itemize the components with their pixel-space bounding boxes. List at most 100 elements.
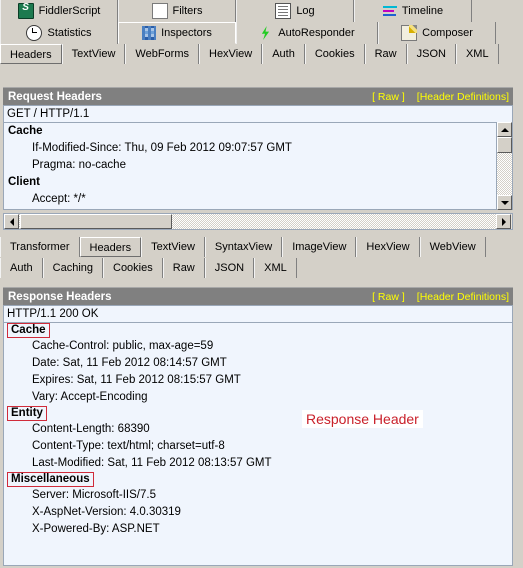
header-group-row[interactable]: Entity [4,406,512,421]
tab-label: TextView [151,241,195,253]
fiddler-inspectors-window: FiddlerScript Filters Log Timeline Statisti… [0,0,523,568]
response-tab-cookies[interactable]: Cookies [103,258,163,278]
response-inspector-tabs: Transformer Headers TextView SyntaxView Imag… [0,237,523,279]
main-toolbar: FiddlerScript Filters Log Timeline Statisti… [0,0,523,44]
header-row[interactable]: X-AspNet-Version: 4.0.30319 [4,504,512,521]
header-row[interactable]: Server: Microsoft-IIS/7.5 [4,487,512,504]
request-tab-hexview[interactable]: HexView [199,44,263,64]
toolbar-tab-timeline[interactable]: Timeline [354,0,472,22]
response-headers-list[interactable]: Cache Cache-Control: public, max-age=59 Da… [3,322,513,566]
response-status-line[interactable]: HTTP/1.1 200 OK [3,305,513,322]
header-row[interactable]: Accept-Encoding: gzip, deflate [4,208,512,209]
toolbar-tab-label: Filters [172,5,203,17]
toolbar-tab-label: AutoResponder [278,27,355,39]
request-tab-xml[interactable]: XML [455,44,499,64]
tab-label: TextView [71,48,116,60]
header-row[interactable]: Pragma: no-cache [4,157,512,174]
toolbar-tab-composer[interactable]: Composer [378,22,496,44]
response-tab-caching[interactable]: Caching [42,258,103,278]
request-headers-list[interactable]: Cache If-Modified-Since: Thu, 09 Feb 2012… [3,122,513,210]
request-tab-webforms[interactable]: WebForms [125,44,199,64]
toolbar-tab-fiddlerscript[interactable]: FiddlerScript [0,0,118,22]
header-row[interactable]: Accept: */* [4,191,512,208]
chevron-right-icon [501,217,506,226]
statistics-icon [26,25,43,41]
header-row[interactable]: Vary: Accept-Encoding [4,389,512,406]
request-status-line[interactable]: GET / HTTP/1.1 [3,105,513,122]
header-group-name[interactable]: Client [4,174,40,191]
tab-label: Raw [172,262,195,274]
header-row[interactable]: X-Powered-By: ASP.NET [4,521,512,538]
request-raw-link[interactable]: [ Raw ] [372,88,405,106]
request-scroll-right-button[interactable] [496,214,511,229]
header-group-row[interactable]: Cache [4,123,512,140]
request-tab-textview[interactable]: TextView [61,44,126,64]
toolbar-tab-autoresponder[interactable]: AutoResponder [236,22,378,44]
request-tab-auth[interactable]: Auth [262,44,305,64]
tab-label: SyntaxView [214,241,273,253]
lightning-bolt-glyph [261,26,270,40]
response-tab-transformer[interactable]: Transformer [0,237,80,257]
request-horizontal-scrollbar[interactable] [3,213,513,230]
request-scroll-left-button[interactable] [4,214,19,229]
request-scroll-up-button[interactable] [497,122,512,137]
header-row[interactable]: If-Modified-Since: Thu, 09 Feb 2012 09:0… [4,140,512,157]
header-group-row[interactable]: Client [4,174,512,191]
header-row[interactable]: Expires: Sat, 11 Feb 2012 08:15:57 GMT [4,372,512,389]
response-header-annotation: Response Header [302,410,423,428]
header-row[interactable]: Content-Length: 68390 [4,421,512,438]
response-tab-xml[interactable]: XML [254,258,297,278]
header-row[interactable]: Last-Modified: Sat, 11 Feb 2012 08:13:57… [4,455,512,472]
response-tab-syntaxview[interactable]: SyntaxView [204,237,283,257]
toolbar-tab-label: Timeline [401,5,444,17]
header-row[interactable]: Date: Sat, 11 Feb 2012 08:14:57 GMT [4,355,512,372]
response-raw-link[interactable]: [ Raw ] [372,288,405,306]
chevron-down-icon [500,200,509,205]
toolbar-row-primary: FiddlerScript Filters Log Timeline [0,0,523,22]
request-vscroll-thumb[interactable] [497,137,512,153]
header-group-row[interactable]: Miscellaneous [4,472,512,487]
tab-label: Cookies [113,262,153,274]
header-group-name[interactable]: Miscellaneous [7,472,94,487]
toolbar-row-secondary: Statistics Inspectors AutoResponder Compose… [0,22,523,44]
response-tab-webview[interactable]: WebView [419,237,486,257]
toolbar-tab-filters[interactable]: Filters [118,0,236,22]
request-tab-headers[interactable]: Headers [0,44,62,64]
response-tab-hexview[interactable]: HexView [356,237,420,257]
chevron-left-icon [9,217,14,226]
header-group-name[interactable]: Cache [4,123,43,140]
response-tab-imageview[interactable]: ImageView [282,237,357,257]
inspectors-icon [142,26,157,40]
tab-label: WebForms [135,48,189,60]
response-header-definitions-link[interactable]: [Header Definitions] [417,288,509,306]
response-header-group: Entity Content-Length: 68390 Content-Type:… [4,406,512,472]
request-hscroll-thumb[interactable] [20,214,172,229]
request-tab-json[interactable]: JSON [406,44,456,64]
toolbar-tab-log[interactable]: Log [236,0,354,22]
response-tab-auth[interactable]: Auth [0,258,43,278]
request-vertical-scrollbar[interactable] [496,122,512,210]
tab-label: HexView [366,241,410,253]
request-tab-raw[interactable]: Raw [364,44,407,64]
tab-label: Caching [52,262,93,274]
header-group-row[interactable]: Cache [4,323,512,338]
header-group-name[interactable]: Entity [7,406,47,421]
tab-label: WebView [429,241,476,253]
toolbar-tab-inspectors[interactable]: Inspectors [118,22,236,44]
toolbar-tab-label: FiddlerScript [38,5,101,17]
request-header-definitions-link[interactable]: [Header Definitions] [417,88,509,106]
request-pane-title: Request Headers [8,90,102,103]
request-scroll-down-button[interactable] [497,195,512,210]
chevron-up-icon [500,127,509,132]
response-tab-raw[interactable]: Raw [162,258,205,278]
header-row[interactable]: Cache-Control: public, max-age=59 [4,338,512,355]
response-tab-json[interactable]: JSON [204,258,255,278]
log-icon [275,3,292,19]
header-row[interactable]: Content-Type: text/html; charset=utf-8 [4,438,512,455]
response-tab-headers[interactable]: Headers [79,237,142,257]
response-tab-textview[interactable]: TextView [141,237,205,257]
request-tab-cookies[interactable]: Cookies [304,44,365,64]
header-group-name[interactable]: Cache [7,323,50,338]
toolbar-tab-statistics[interactable]: Statistics [0,22,118,44]
tab-label: XML [465,48,489,60]
